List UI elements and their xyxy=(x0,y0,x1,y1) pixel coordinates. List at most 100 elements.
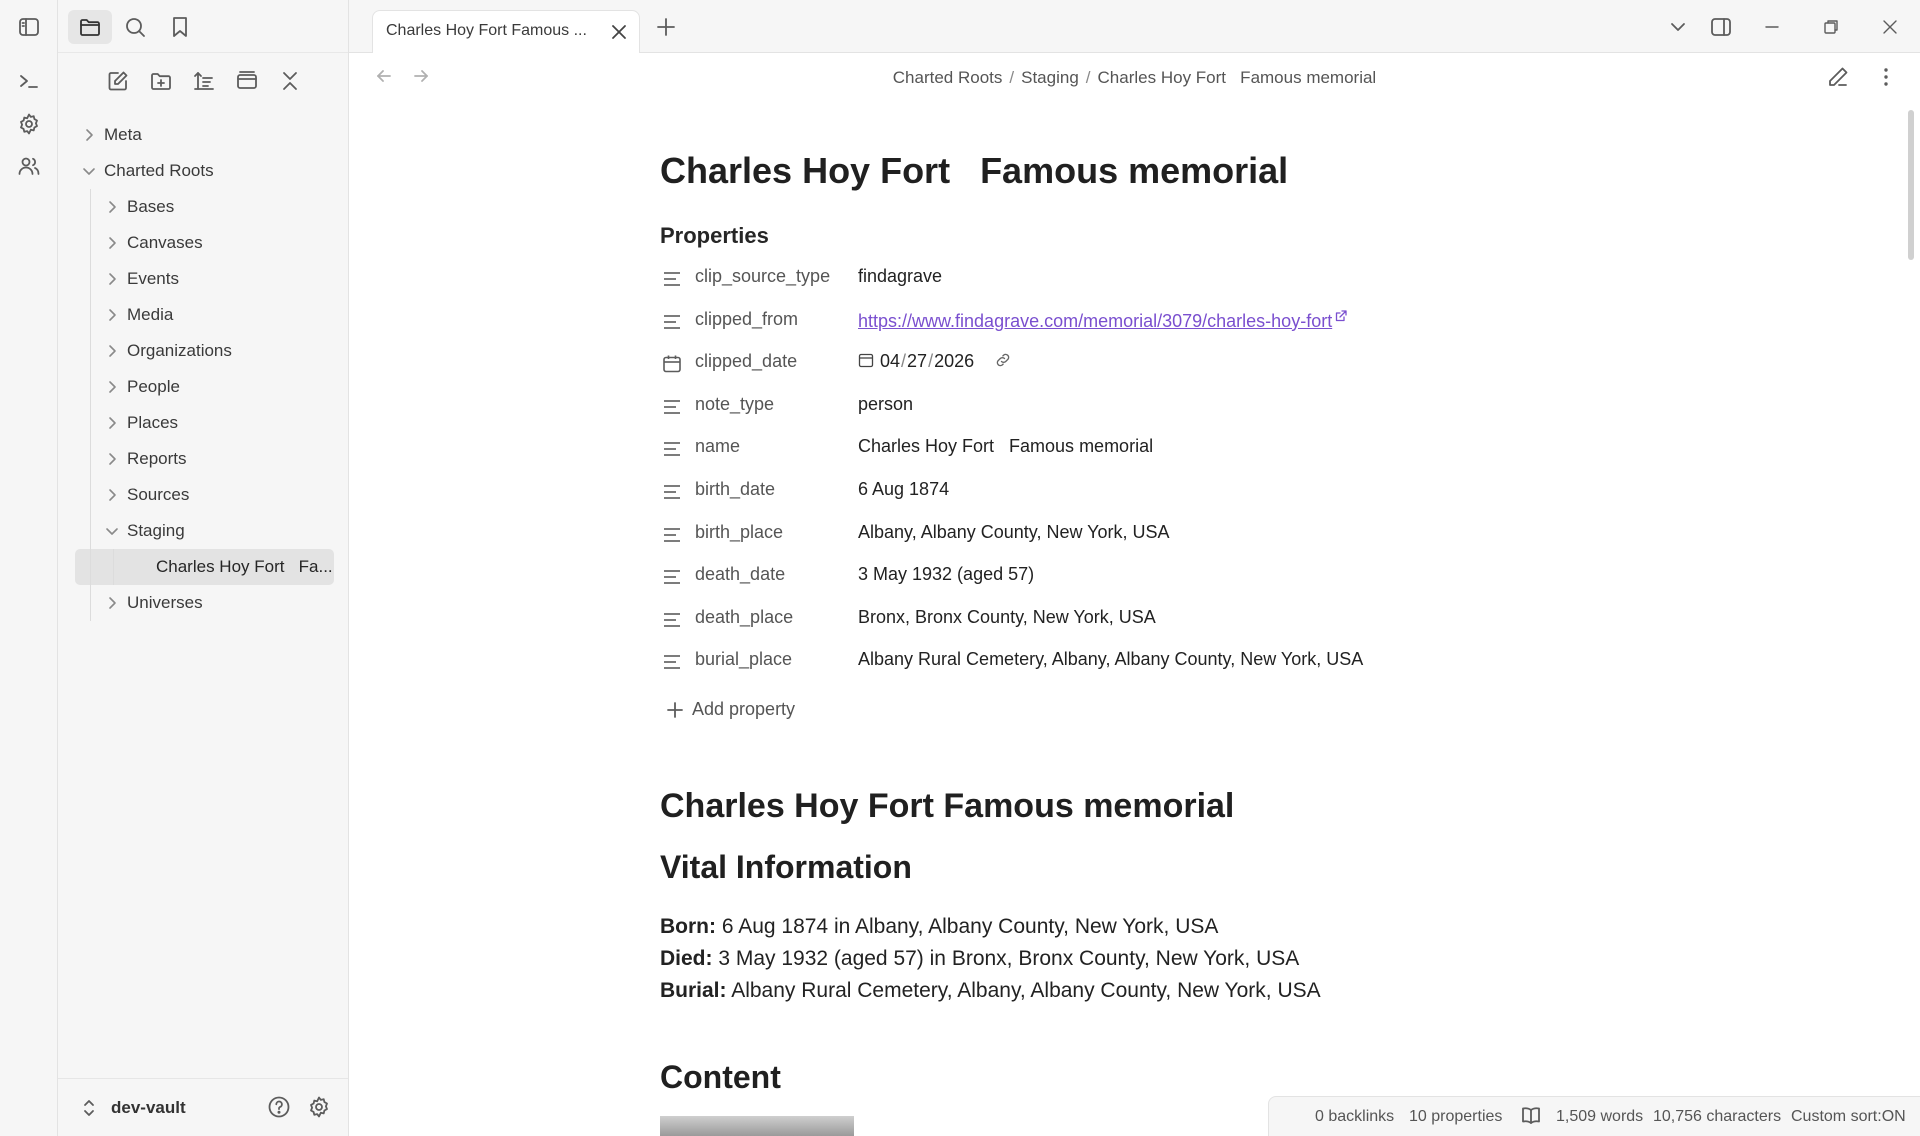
property-key[interactable]: birth_place xyxy=(695,522,783,543)
property-key[interactable]: birth_date xyxy=(695,479,775,500)
bookmark-icon[interactable] xyxy=(158,10,202,44)
date-year[interactable]: 2026 xyxy=(934,351,974,371)
tab-active-note[interactable]: Charles Hoy Fort Famous ... xyxy=(372,10,640,54)
collapse-view-icon[interactable] xyxy=(232,64,261,98)
folder-icon[interactable] xyxy=(68,10,112,44)
tree-folder-item[interactable]: Charted Roots xyxy=(58,153,348,189)
text-lines-icon[interactable] xyxy=(662,312,682,332)
chevron-right-icon[interactable] xyxy=(105,200,119,214)
clipped-from-link[interactable]: https://www.findagrave.com/memorial/3079… xyxy=(858,311,1332,331)
property-key[interactable]: death_date xyxy=(695,564,785,585)
text-lines-icon[interactable] xyxy=(662,269,682,289)
tree-folder-item[interactable]: Staging xyxy=(58,513,348,549)
gear-icon[interactable] xyxy=(15,110,43,138)
chevron-right-icon[interactable] xyxy=(105,416,119,430)
tree-folder-item[interactable]: Places xyxy=(58,405,348,441)
vault-name[interactable]: dev-vault xyxy=(111,1098,186,1118)
terminal-icon[interactable] xyxy=(15,67,43,95)
right-sidebar-toggle-icon[interactable] xyxy=(1706,12,1736,42)
text-lines-icon[interactable] xyxy=(662,652,682,672)
property-value[interactable]: Charles Hoy Fort Famous memorial xyxy=(858,436,1153,457)
text-lines-icon[interactable] xyxy=(662,439,682,459)
tree-folder-item[interactable]: Sources xyxy=(58,477,348,513)
tree-folder-item[interactable]: Canvases xyxy=(58,225,348,261)
property-key[interactable]: burial_place xyxy=(695,649,792,670)
property-value[interactable]: person xyxy=(858,394,913,415)
backlinks-count[interactable]: 0 backlinks xyxy=(1315,1108,1394,1126)
property-value[interactable]: Albany Rural Cemetery, Albany, Albany Co… xyxy=(858,649,1363,670)
vault-switch-chevron-icon[interactable] xyxy=(82,1098,96,1118)
tree-folder-item[interactable]: Events xyxy=(58,261,348,297)
chevron-right-icon[interactable] xyxy=(105,272,119,286)
chevron-right-icon[interactable] xyxy=(82,128,96,142)
link-icon[interactable] xyxy=(994,351,1012,369)
text-lines-icon[interactable] xyxy=(662,567,682,587)
close-tab-icon[interactable] xyxy=(609,22,629,42)
vault-settings-icon[interactable] xyxy=(307,1095,331,1119)
chevron-right-icon[interactable] xyxy=(105,380,119,394)
chevron-right-icon[interactable] xyxy=(105,452,119,466)
small-calendar-icon[interactable] xyxy=(858,352,874,368)
more-options-icon[interactable] xyxy=(1874,65,1898,89)
chevron-down-icon[interactable] xyxy=(105,524,119,538)
tree-folder-item[interactable]: Bases xyxy=(58,189,348,225)
property-key[interactable]: note_type xyxy=(695,394,774,415)
property-value[interactable]: findagrave xyxy=(858,266,942,287)
add-property-button[interactable]: Add property xyxy=(666,699,795,720)
property-key[interactable]: clipped_date xyxy=(695,351,797,372)
property-value-date[interactable]: 04/27/2026 xyxy=(858,351,1012,372)
tab-list-chevron-icon[interactable] xyxy=(1663,12,1693,42)
tree-folder-item[interactable]: Media xyxy=(58,297,348,333)
text-lines-icon[interactable] xyxy=(662,397,682,417)
collapse-all-icon[interactable] xyxy=(275,64,304,98)
property-value[interactable]: 3 May 1932 (aged 57) xyxy=(858,564,1034,585)
breadcrumb-item[interactable]: Staging xyxy=(1021,68,1079,87)
calendar-icon[interactable] xyxy=(662,354,682,374)
chevron-right-icon[interactable] xyxy=(105,596,119,610)
minimize-icon[interactable] xyxy=(1757,12,1787,42)
scrollbar-thumb[interactable] xyxy=(1908,110,1914,260)
reading-book-icon[interactable] xyxy=(1520,1106,1542,1126)
custom-sort-status[interactable]: Custom sort:ON xyxy=(1791,1108,1906,1126)
properties-count[interactable]: 10 properties xyxy=(1409,1108,1502,1126)
tree-folder-item[interactable]: Organizations xyxy=(58,333,348,369)
note-title[interactable]: Charles Hoy Fort Famous memorial xyxy=(660,150,1288,192)
properties-heading[interactable]: Properties xyxy=(660,223,769,249)
chevron-right-icon[interactable] xyxy=(105,344,119,358)
restore-icon[interactable] xyxy=(1816,12,1846,42)
text-lines-icon[interactable] xyxy=(662,482,682,502)
text-lines-icon[interactable] xyxy=(662,525,682,545)
tree-folder-item[interactable]: Meta xyxy=(58,117,348,153)
property-key[interactable]: clipped_from xyxy=(695,309,798,330)
sidebar-toggle-icon[interactable] xyxy=(15,13,43,41)
breadcrumb-item[interactable]: Charles Hoy Fort Famous memorial xyxy=(1098,68,1377,87)
tree-folder-item[interactable]: Reports xyxy=(58,441,348,477)
tree-folder-item[interactable]: Universes xyxy=(58,585,348,621)
property-value[interactable]: 6 Aug 1874 xyxy=(858,479,949,500)
users-icon[interactable] xyxy=(15,152,43,180)
search-icon[interactable] xyxy=(113,10,157,44)
chevron-right-icon[interactable] xyxy=(105,488,119,502)
text-lines-icon[interactable] xyxy=(662,610,682,630)
chevron-right-icon[interactable] xyxy=(105,308,119,322)
chevron-right-icon[interactable] xyxy=(105,236,119,250)
date-day[interactable]: 27 xyxy=(907,351,927,371)
tree-folder-item[interactable]: People xyxy=(58,369,348,405)
new-folder-icon[interactable] xyxy=(146,64,175,98)
help-icon[interactable] xyxy=(267,1095,291,1119)
property-value[interactable]: Bronx, Bronx County, New York, USA xyxy=(858,607,1156,628)
close-window-icon[interactable] xyxy=(1875,12,1905,42)
sort-icon[interactable] xyxy=(189,64,218,98)
property-key[interactable]: name xyxy=(695,436,740,457)
date-month[interactable]: 04 xyxy=(880,351,900,371)
property-key[interactable]: clip_source_type xyxy=(695,266,830,287)
new-tab-icon[interactable] xyxy=(651,12,681,42)
property-value-link[interactable]: https://www.findagrave.com/memorial/3079… xyxy=(858,309,1348,332)
chevron-down-icon[interactable] xyxy=(82,164,96,178)
new-note-icon[interactable] xyxy=(103,64,132,98)
edit-mode-icon[interactable] xyxy=(1826,65,1850,89)
property-value[interactable]: Albany, Albany County, New York, USA xyxy=(858,522,1170,543)
breadcrumb-item[interactable]: Charted Roots xyxy=(893,68,1003,87)
external-link-icon[interactable] xyxy=(1334,309,1348,323)
property-key[interactable]: death_place xyxy=(695,607,793,628)
